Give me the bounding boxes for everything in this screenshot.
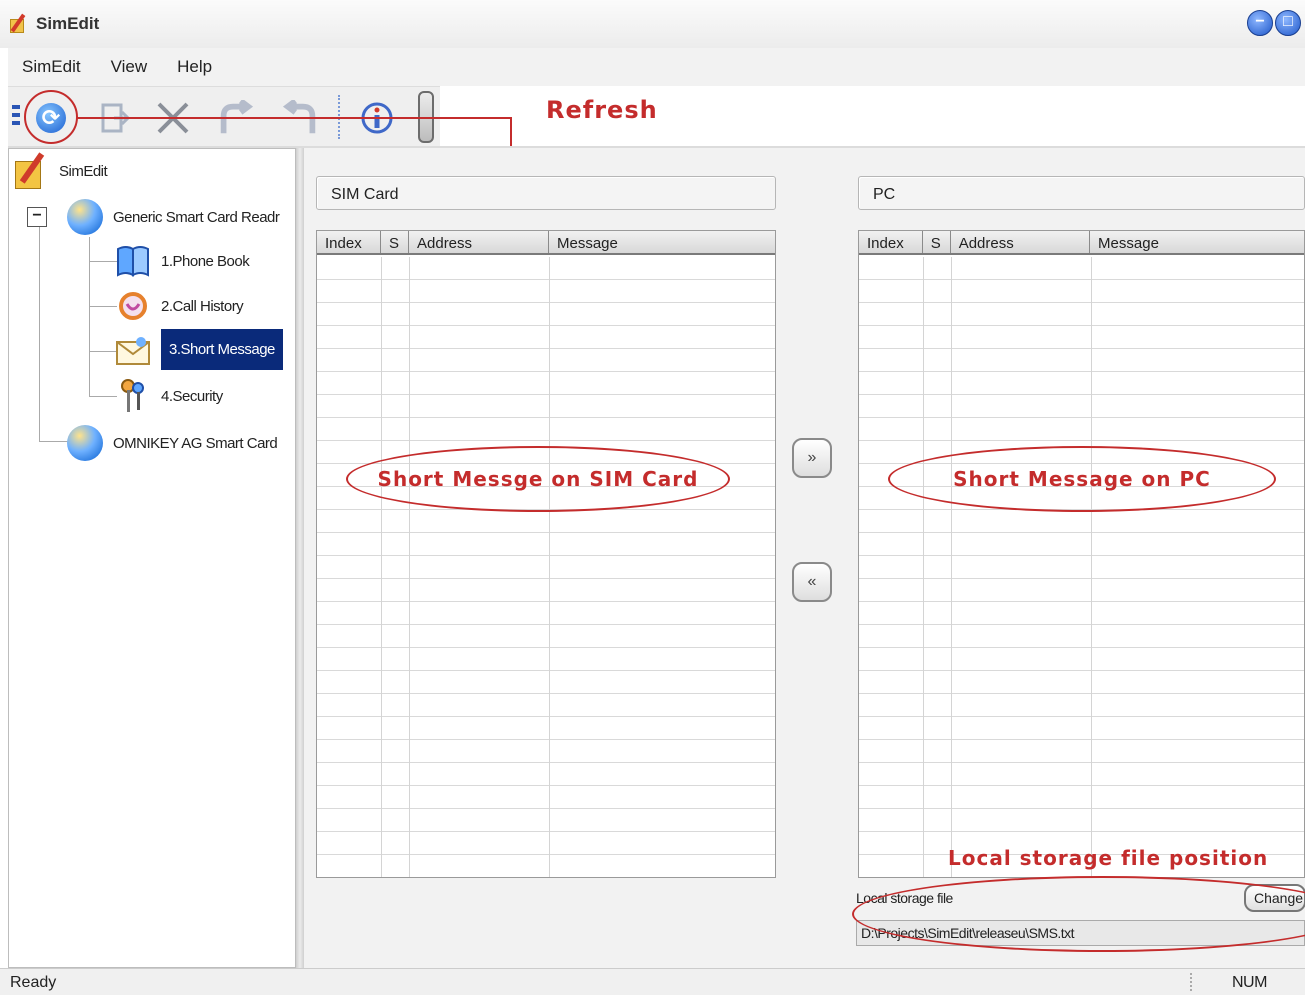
pc-header: PC [858, 176, 1305, 210]
tree-item-call-history[interactable]: 2.Call History [115, 288, 244, 324]
refresh-annotation-label: Refresh [546, 96, 658, 124]
sim-col-address[interactable]: Address [409, 231, 549, 253]
sim-col-message[interactable]: Message [549, 231, 775, 253]
tree-item-label: 2.Call History [161, 297, 244, 315]
menu-bar: SimEdit View Help [8, 48, 1305, 86]
smart-card-reader-icon [67, 425, 103, 461]
pc-col-message[interactable]: Message [1090, 231, 1304, 253]
tree-node-reader-1-label: Generic Smart Card Readr [113, 208, 280, 226]
menu-help[interactable]: Help [177, 57, 212, 77]
sim-card-title: SIM Card [331, 186, 399, 203]
pc-annotation: Short Message on PC [888, 446, 1276, 512]
tree-item-label: 4.Security [161, 387, 223, 405]
tree-node-reader-1[interactable]: Generic Smart Card Readr [67, 199, 280, 235]
tree-item-label-selected: 3.Short Message [161, 329, 283, 370]
pc-col-address[interactable]: Address [951, 231, 1091, 253]
num-lock-indicator: NUM [1232, 974, 1267, 991]
keys-icon [115, 378, 151, 414]
app-icon [8, 13, 30, 35]
sim-message-list[interactable]: Index S Address Message [316, 230, 776, 878]
sim-col-status[interactable]: S [381, 231, 409, 253]
tree-item-security[interactable]: 4.Security [115, 378, 223, 414]
toolbar-grip[interactable] [12, 105, 20, 129]
pc-annotation-label: Short Message on PC [953, 467, 1211, 491]
sim-annotation: Short Messge on SIM Card [346, 446, 730, 512]
sim-annotation-label: Short Messge on SIM Card [377, 467, 699, 491]
sim-col-index[interactable]: Index [317, 231, 381, 253]
tree-node-reader-2-label: OMNIKEY AG Smart Card [113, 434, 278, 452]
tree-expander[interactable]: − [27, 207, 47, 227]
pc-message-list[interactable]: Index S Address Message [858, 230, 1305, 878]
copy-to-pc-button[interactable]: » [792, 438, 832, 478]
refresh-annotation-circle [24, 90, 78, 144]
maximize-button[interactable]: □ [1275, 10, 1301, 36]
envelope-icon [115, 332, 151, 368]
menu-view[interactable]: View [111, 57, 148, 77]
pc-title: PC [873, 186, 896, 203]
minimize-button[interactable]: − [1247, 10, 1273, 36]
tree-guide [39, 209, 40, 441]
pc-list-body[interactable] [859, 257, 1304, 877]
simedit-icon [15, 151, 47, 191]
pc-list-header: Index S Address Message [859, 231, 1304, 255]
sim-card-header: SIM Card [316, 176, 776, 210]
tree-guide [89, 396, 117, 397]
tree-guide [89, 306, 117, 307]
tree-guide [89, 261, 117, 262]
title-bar: SimEdit − □ [0, 0, 1305, 48]
window-title: SimEdit [36, 14, 100, 33]
sim-list-body[interactable] [317, 257, 775, 877]
window-controls: − □ [1247, 10, 1301, 36]
status-bar: Ready NUM [0, 968, 1305, 995]
tree-item-label: 1.Phone Book [161, 252, 250, 270]
smart-card-reader-icon [67, 199, 103, 235]
copy-to-sim-button[interactable]: « [792, 562, 832, 602]
call-history-icon [115, 288, 151, 324]
pane-splitter[interactable] [296, 148, 304, 968]
status-text: Ready [10, 974, 57, 991]
tree-root-label: SimEdit [59, 162, 108, 180]
storage-annotation-label: Local storage file position [948, 846, 1269, 870]
pc-col-index[interactable]: Index [859, 231, 923, 253]
tree-item-phone-book[interactable]: 1.Phone Book [115, 243, 250, 279]
pc-col-status[interactable]: S [923, 231, 951, 253]
menu-simedit[interactable]: SimEdit [22, 57, 81, 77]
tree-guide [89, 351, 117, 352]
status-separator [1190, 973, 1192, 991]
tree-node-reader-2[interactable]: OMNIKEY AG Smart Card [67, 425, 278, 461]
phone-book-icon [115, 243, 151, 279]
tree-root[interactable]: SimEdit [15, 151, 108, 191]
tree-item-short-message[interactable]: 3.Short Message [115, 329, 283, 370]
tree-pane: SimEdit − Generic Smart Card Readr 1.Pho… [8, 148, 296, 968]
sim-list-header: Index S Address Message [317, 231, 775, 255]
refresh-callout-line [76, 117, 512, 119]
